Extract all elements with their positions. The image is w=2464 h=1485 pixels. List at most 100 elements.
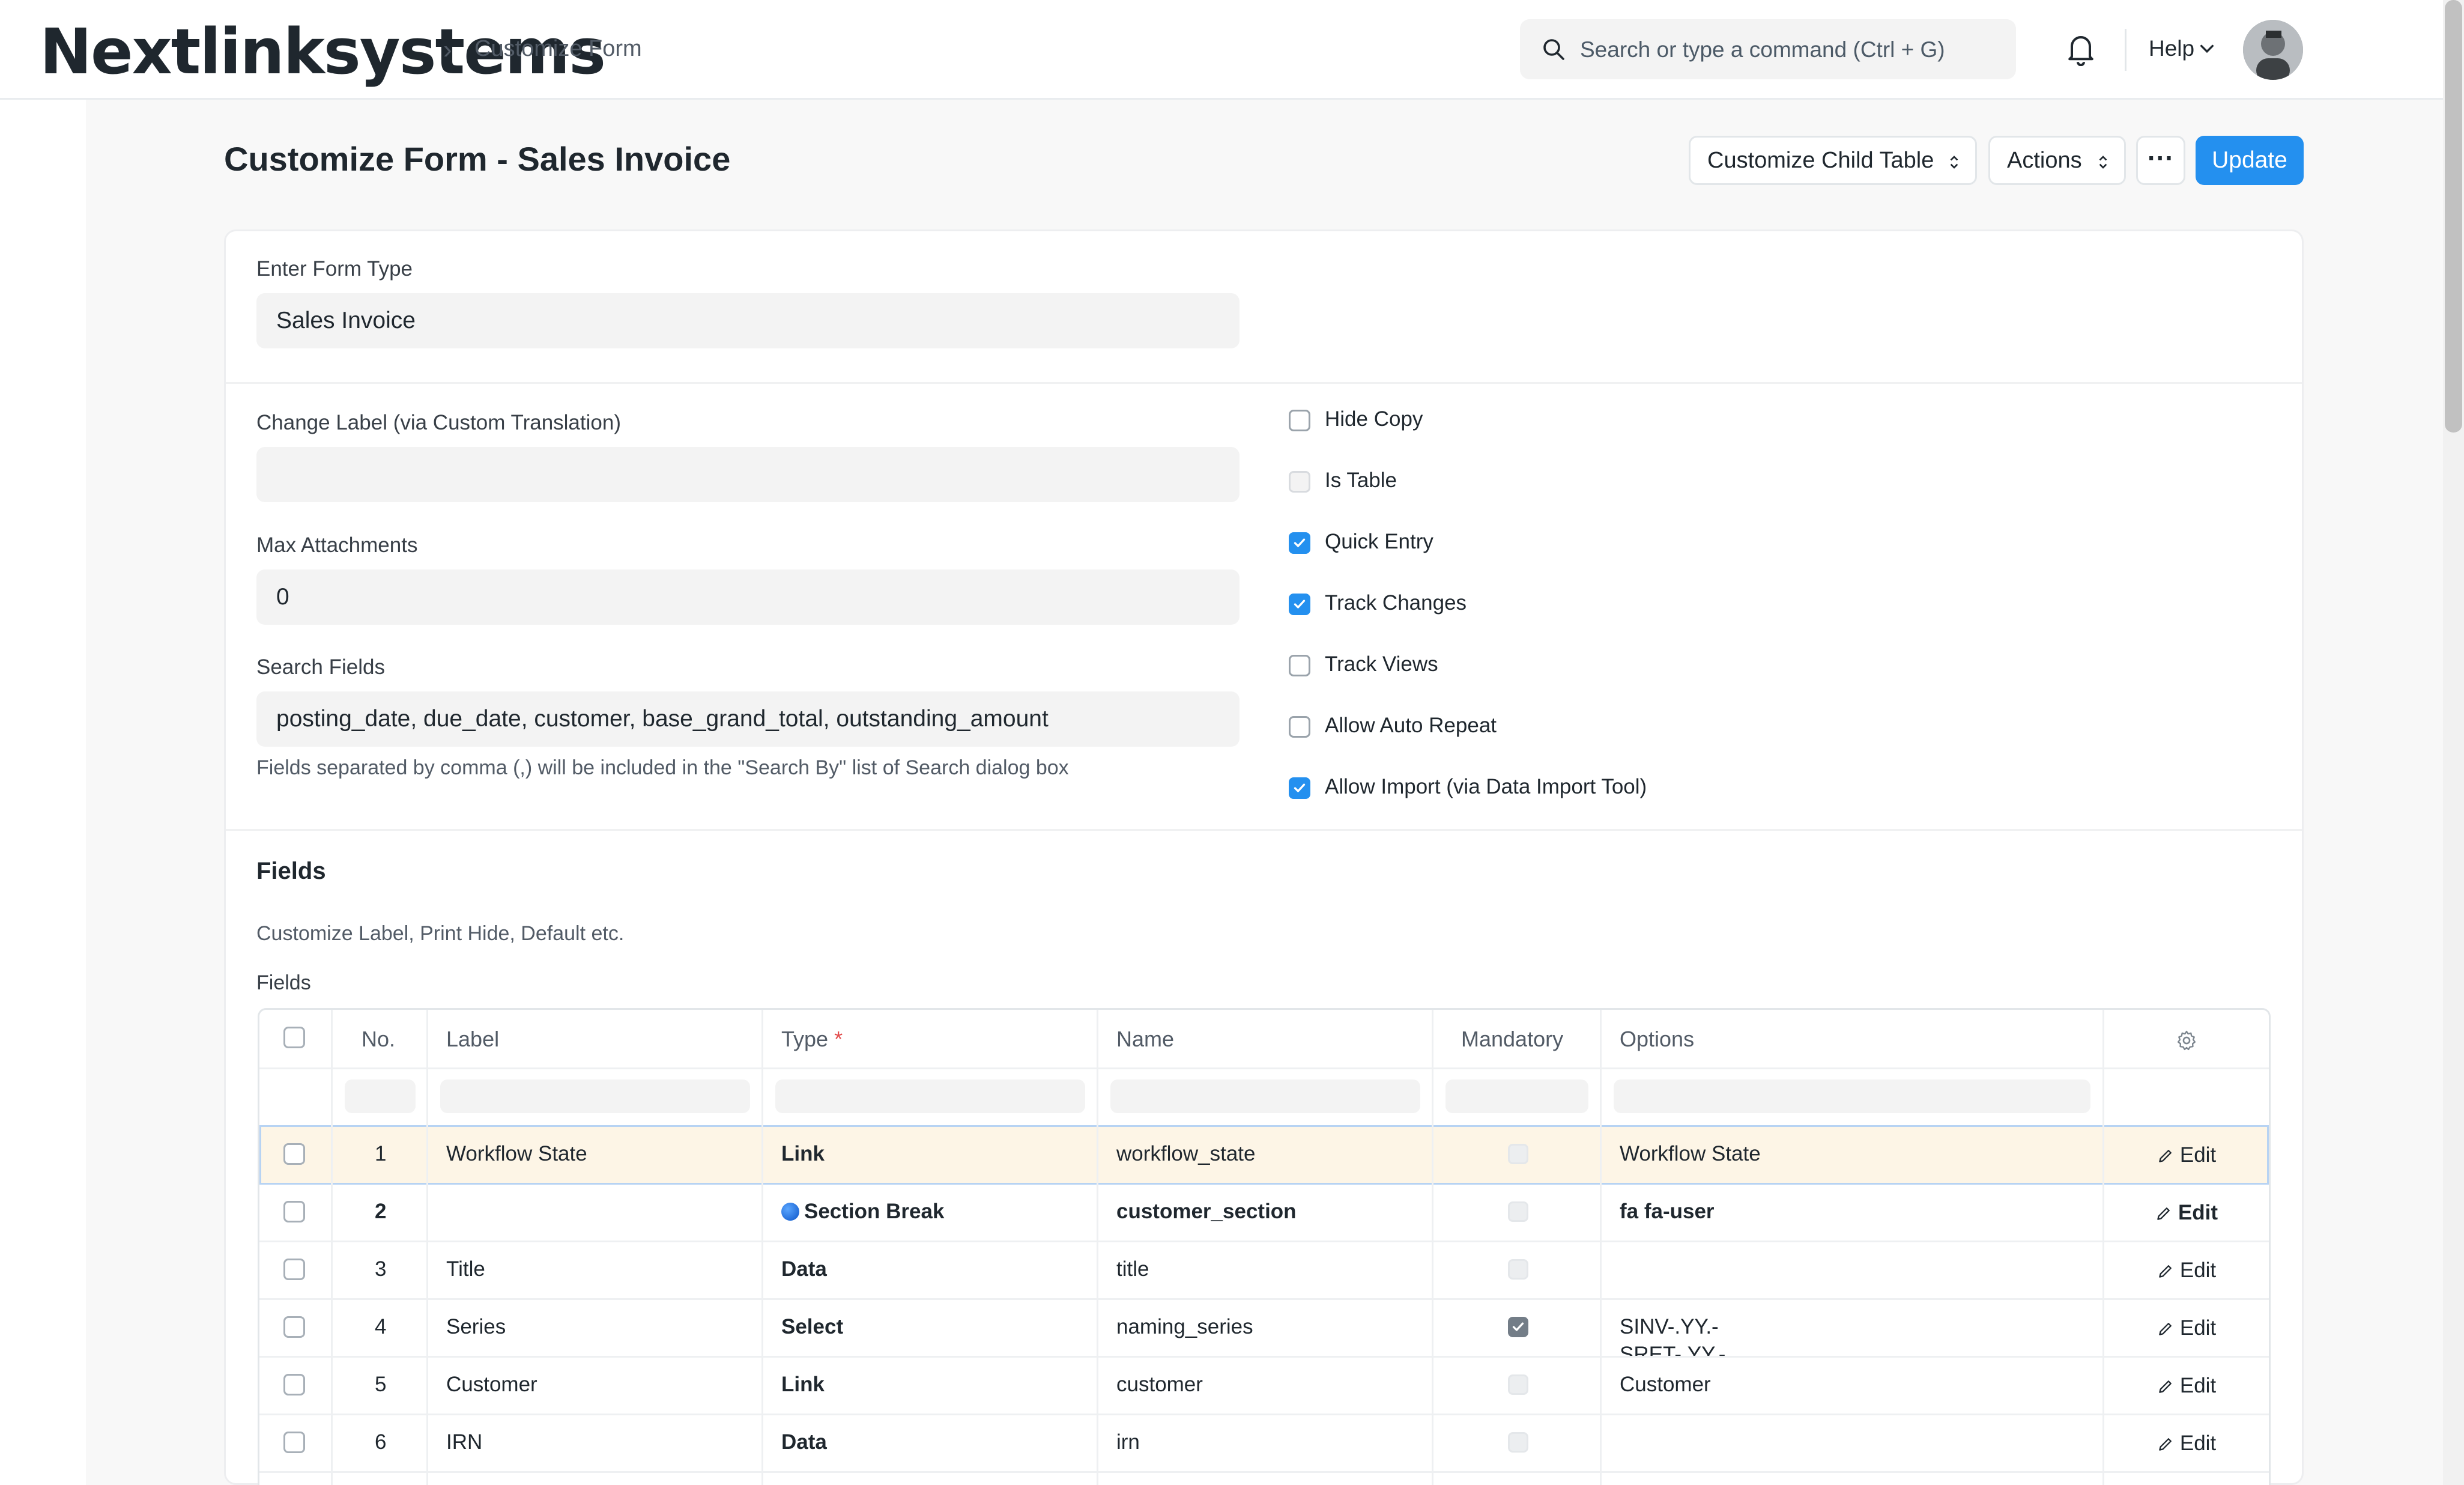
filter-type-input[interactable]	[775, 1080, 1085, 1113]
checkbox-label: Hide Copy	[1325, 407, 1423, 431]
edit-row-button[interactable]: Edit	[2104, 1201, 2269, 1225]
notification-bell-icon[interactable]	[2066, 32, 2096, 66]
filter-options-input[interactable]	[1614, 1080, 2090, 1113]
row-label-cell[interactable]: Customer	[428, 1356, 763, 1414]
edit-label: Edit	[2179, 1374, 2217, 1397]
checkbox-box[interactable]	[1289, 655, 1310, 676]
checkbox-box[interactable]	[1289, 410, 1310, 431]
row-options-cell[interactable]	[1602, 1414, 2104, 1471]
max-attachments-input[interactable]: 0	[256, 569, 1240, 625]
search-fields-input[interactable]: posting_date, due_date, customer, base_g…	[256, 691, 1240, 747]
form-type-input[interactable]: Sales Invoice	[256, 293, 1240, 348]
mandatory-checkbox[interactable]	[1508, 1201, 1528, 1222]
table-row[interactable]: 5 Customer Link customer Customer Edit	[259, 1356, 2269, 1415]
breadcrumb-customize-form[interactable]: Customize Form	[474, 36, 642, 62]
filter-no-input[interactable]	[345, 1080, 416, 1113]
row-options-cell[interactable]: Workflow State	[1602, 1125, 2104, 1183]
filter-mandatory-input[interactable]	[1445, 1080, 1588, 1113]
row-options-cell[interactable]	[1602, 1241, 2104, 1298]
checkbox-box[interactable]	[1289, 777, 1310, 799]
row-type-cell[interactable]: Link	[763, 1125, 1098, 1183]
actions-button[interactable]: Actions	[1988, 136, 2126, 185]
row-checkbox[interactable]	[283, 1432, 305, 1453]
row-type-cell	[763, 1471, 1098, 1485]
mandatory-checkbox[interactable]	[1508, 1432, 1528, 1453]
row-checkbox[interactable]	[283, 1201, 305, 1222]
row-label-cell[interactable]: Workflow State	[428, 1125, 763, 1183]
row-checkbox[interactable]	[283, 1316, 305, 1338]
edit-row-button[interactable]: Edit	[2104, 1143, 2269, 1167]
row-name-cell[interactable]: workflow_state	[1098, 1125, 1433, 1183]
grid-header-options: Options	[1602, 1010, 2104, 1067]
table-row[interactable]: 1 Workflow State Link workflow_state Wor…	[259, 1125, 2269, 1185]
pencil-icon	[2159, 1438, 2172, 1451]
row-type-cell[interactable]: Select	[763, 1298, 1098, 1356]
search-bar[interactable]: Search or type a command (Ctrl + G)	[1520, 19, 2016, 79]
grid-header-type: Type *	[763, 1010, 1098, 1067]
row-options-cell[interactable]: SINV-.YY.- SRET-.YY.-	[1602, 1298, 2104, 1356]
search-icon	[1543, 39, 1564, 60]
user-avatar[interactable]	[2243, 20, 2303, 80]
row-type-cell[interactable]: Data	[763, 1414, 1098, 1471]
page-scrollbar-thumb[interactable]	[2445, 0, 2462, 433]
row-options-cell[interactable]: Customer	[1602, 1356, 2104, 1414]
table-row[interactable]: 6 IRN Data irn Edit	[259, 1414, 2269, 1473]
filter-name-input[interactable]	[1110, 1080, 1420, 1113]
update-button[interactable]: Update	[2196, 136, 2304, 185]
mandatory-checkbox[interactable]	[1508, 1259, 1528, 1280]
search-placeholder: Search or type a command (Ctrl + G)	[1580, 37, 1945, 62]
row-type-cell[interactable]: Link	[763, 1356, 1098, 1414]
row-name-cell[interactable]: naming_series	[1098, 1298, 1433, 1356]
more-options-button[interactable]: ···	[2136, 136, 2185, 185]
change-label-input[interactable]	[256, 447, 1240, 502]
row-name-cell[interactable]: irn	[1098, 1414, 1433, 1471]
table-row[interactable]: 4 Series Select naming_series SINV-.YY.-…	[259, 1298, 2269, 1358]
grid-header-select-cell	[259, 1010, 333, 1067]
row-label-cell[interactable]: IRN	[428, 1414, 763, 1471]
chevron-down-icon[interactable]	[2199, 43, 2215, 55]
table-row-partial[interactable]	[259, 1471, 2269, 1485]
edit-row-button[interactable]: Edit	[2104, 1432, 2269, 1456]
row-no-cell: 5	[333, 1356, 428, 1414]
help-menu[interactable]: Help	[2149, 36, 2194, 61]
checkbox-box[interactable]	[1289, 532, 1310, 554]
section-divider	[226, 382, 2302, 384]
form-type-label: Enter Form Type	[256, 257, 413, 281]
row-type: Link	[781, 1373, 825, 1396]
row-label-cell[interactable]	[428, 1183, 763, 1241]
row-checkbox[interactable]	[283, 1259, 305, 1280]
edit-row-button[interactable]: Edit	[2104, 1374, 2269, 1398]
customize-child-table-label: Customize Child Table	[1707, 148, 1934, 173]
row-checkbox[interactable]	[283, 1374, 305, 1395]
row-select-cell	[259, 1356, 333, 1414]
row-name-cell[interactable]: title	[1098, 1241, 1433, 1298]
mandatory-checkbox[interactable]	[1508, 1144, 1528, 1164]
gear-icon[interactable]	[2175, 1029, 2198, 1052]
filter-label-input[interactable]	[440, 1080, 750, 1113]
fields-section-heading[interactable]: Fields	[256, 858, 326, 885]
row-checkbox[interactable]	[283, 1143, 305, 1165]
checkbox-box[interactable]	[1289, 716, 1310, 738]
row-name-cell[interactable]: customer_section	[1098, 1183, 1433, 1241]
checkbox-box[interactable]	[1289, 594, 1310, 615]
row-label-cell[interactable]: Title	[428, 1241, 763, 1298]
row-no-cell: 3	[333, 1241, 428, 1298]
row-options: SINV-.YY.-	[1620, 1315, 1719, 1338]
edit-label: Edit	[2179, 1316, 2217, 1340]
edit-row-button[interactable]: Edit	[2104, 1316, 2269, 1340]
row-name: customer	[1116, 1373, 1203, 1396]
row-name-cell[interactable]: customer	[1098, 1356, 1433, 1414]
row-label-cell[interactable]: Series	[428, 1298, 763, 1356]
mandatory-checkbox[interactable]	[1508, 1374, 1528, 1395]
row-options-cell[interactable]: fa fa-user	[1602, 1183, 2104, 1241]
select-all-checkbox[interactable]	[283, 1027, 305, 1048]
customize-child-table-button[interactable]: Customize Child Table	[1689, 136, 1977, 185]
filter-cell	[1098, 1067, 1433, 1125]
table-row[interactable]: 3 Title Data title Edit	[259, 1241, 2269, 1300]
mandatory-checkbox[interactable]	[1508, 1317, 1528, 1337]
row-type-cell[interactable]: Section Break	[763, 1183, 1098, 1241]
row-type-cell[interactable]: Data	[763, 1241, 1098, 1298]
edit-row-button[interactable]: Edit	[2104, 1259, 2269, 1283]
checkbox-label: Allow Import (via Data Import Tool)	[1325, 775, 1647, 798]
table-row[interactable]: 2 Section Break customer_section fa fa-u…	[259, 1183, 2269, 1242]
